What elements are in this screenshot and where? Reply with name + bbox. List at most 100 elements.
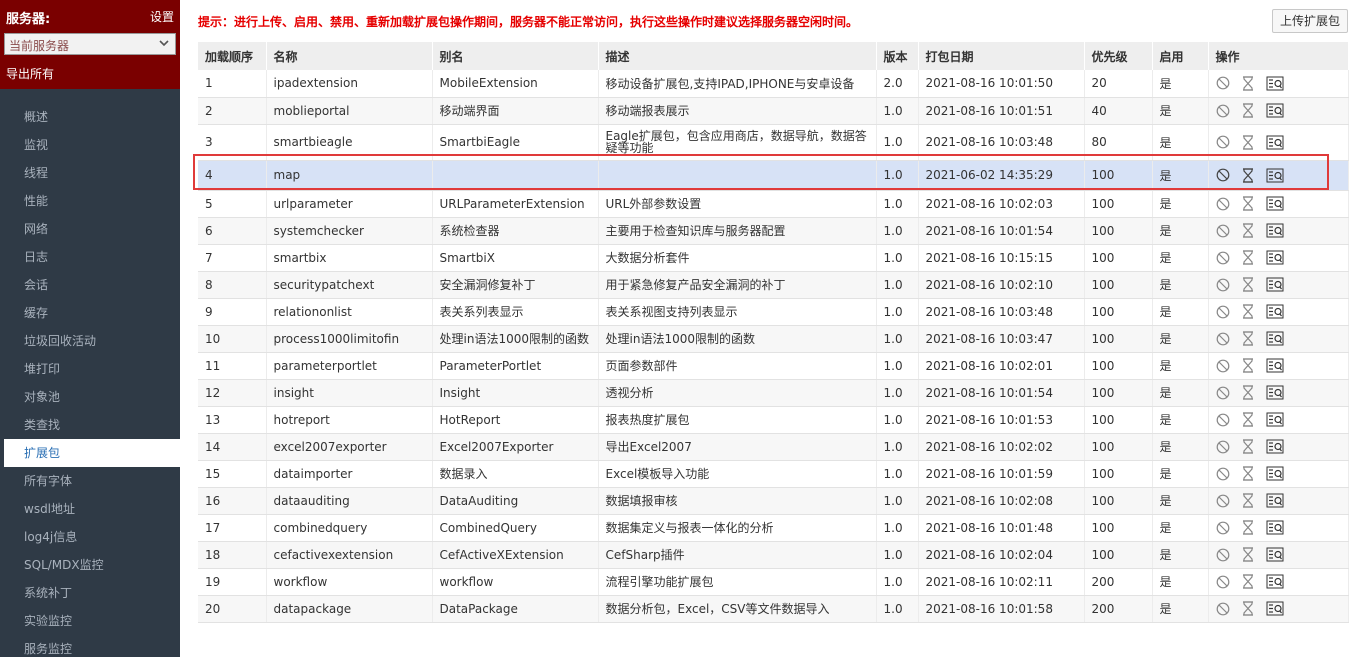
table-row[interactable]: 5 urlparameter URLParameterExtension URL外部参… [198,190,1349,218]
table-row[interactable]: 11 parameterportlet ParameterPortlet 页面参数部件… [198,352,1349,380]
settings-link[interactable]: 设置 [150,8,174,25]
eq-icon[interactable] [1266,103,1284,118]
hourglass-icon[interactable] [1242,167,1254,183]
eq-icon[interactable] [1266,412,1284,427]
table-row[interactable]: 9 relationonlist 表关系列表显示 表关系视图支持列表显示 1.0 2021… [198,298,1349,326]
eq-icon[interactable] [1266,493,1284,508]
table-row[interactable]: 8 securitypatchext 安全漏洞修复补丁 用于紧急修复产品安全漏洞的补丁… [198,271,1349,299]
hourglass-icon[interactable] [1242,439,1254,454]
disable-icon[interactable] [1216,278,1230,292]
disable-icon[interactable] [1216,224,1230,238]
table-row[interactable]: 16 dataauditing DataAuditing 数据填报审核 1.0 2021-… [198,487,1349,515]
hourglass-icon[interactable] [1242,412,1254,427]
disable-icon[interactable] [1216,197,1230,211]
sidebar-item[interactable]: 系统补丁 [0,579,180,607]
hourglass-icon[interactable] [1242,196,1254,211]
eq-icon[interactable] [1266,135,1284,150]
eq-icon[interactable] [1266,385,1284,400]
sidebar-item[interactable]: 缓存 [0,299,180,327]
sidebar-item[interactable]: 扩展包 [4,439,180,467]
eq-icon[interactable] [1266,520,1284,535]
eq-icon[interactable] [1266,250,1284,265]
upload-extension-button[interactable]: 上传扩展包 [1271,9,1348,33]
hourglass-icon[interactable] [1242,547,1254,562]
sidebar-item[interactable]: 线程 [0,159,180,187]
hourglass-icon[interactable] [1242,76,1254,91]
sidebar-item[interactable]: 类查找 [0,411,180,439]
disable-icon[interactable] [1216,305,1230,319]
hourglass-icon[interactable] [1242,331,1254,346]
disable-icon[interactable] [1216,332,1230,346]
hourglass-icon[interactable] [1242,103,1254,118]
hourglass-icon[interactable] [1242,277,1254,292]
table-row[interactable]: 6 systemchecker 系统检查器 主要用于检查知识库与服务器配置 1.0 202… [198,217,1349,245]
table-row[interactable]: 14 excel2007exporter Excel2007Exporter 导出Ex… [198,433,1349,461]
disable-icon[interactable] [1216,548,1230,562]
table-row[interactable]: 7 smartbix SmartbiX 大数据分析套件 1.0 2021-08-16 10… [198,244,1349,272]
disable-icon[interactable] [1216,602,1230,616]
hourglass-icon[interactable] [1242,601,1254,616]
sidebar-item[interactable]: 对象池 [0,383,180,411]
hourglass-icon[interactable] [1242,466,1254,481]
sidebar-item[interactable]: 日志 [0,243,180,271]
disable-icon[interactable] [1216,251,1230,265]
table-row[interactable]: 15 dataimporter 数据录入 Excel模板导入功能 1.0 2021-08-… [198,460,1349,488]
disable-icon[interactable] [1216,135,1230,149]
sidebar-item[interactable]: 性能 [0,187,180,215]
hourglass-icon[interactable] [1242,385,1254,400]
sidebar-item[interactable]: 会话 [0,271,180,299]
eq-icon[interactable] [1266,547,1284,562]
eq-icon[interactable] [1266,196,1284,211]
disable-icon[interactable] [1216,440,1230,454]
disable-icon[interactable] [1216,575,1230,589]
sidebar-item[interactable]: wsdl地址 [0,495,180,523]
sidebar-item[interactable]: 垃圾回收活动 [0,327,180,355]
table-row[interactable]: 10 process1000limitofin 处理in语法1000限制的函数 处理i… [198,325,1349,353]
sidebar-item[interactable]: 所有字体 [0,467,180,495]
disable-icon[interactable] [1216,386,1230,400]
eq-icon[interactable] [1266,601,1284,616]
eq-icon[interactable] [1266,304,1284,319]
eq-icon[interactable] [1266,574,1284,589]
eq-icon[interactable] [1266,168,1284,183]
eq-icon[interactable] [1266,76,1284,91]
table-row[interactable]: 4 map 1.0 2021-06-02 14:35:29 100 是 [198,160,1349,191]
eq-icon[interactable] [1266,466,1284,481]
sidebar-item[interactable]: SQL/MDX监控 [0,551,180,579]
eq-icon[interactable] [1266,358,1284,373]
table-row[interactable]: 17 combinedquery CombinedQuery 数据集定义与报表一体化的… [198,514,1349,542]
hourglass-icon[interactable] [1242,223,1254,238]
hourglass-icon[interactable] [1242,250,1254,265]
table-row[interactable]: 2 moblieportal 移动端界面 移动端报表展示 1.0 2021-08-16 1… [198,97,1349,125]
sidebar-item[interactable]: 监视 [0,131,180,159]
export-all-link[interactable]: 导出所有 [6,65,54,82]
disable-icon[interactable] [1216,521,1230,535]
disable-icon[interactable] [1216,76,1230,90]
disable-icon[interactable] [1216,104,1230,118]
hourglass-icon[interactable] [1242,304,1254,319]
hourglass-icon[interactable] [1242,574,1254,589]
hourglass-icon[interactable] [1242,134,1254,150]
sidebar-item[interactable]: 网络 [0,215,180,243]
disable-icon[interactable] [1216,413,1230,427]
eq-icon[interactable] [1266,223,1284,238]
hourglass-icon[interactable] [1242,358,1254,373]
disable-icon[interactable] [1216,168,1230,182]
server-select[interactable]: 当前服务器 [4,33,176,55]
sidebar-item[interactable]: 概述 [0,103,180,131]
disable-icon[interactable] [1216,494,1230,508]
eq-icon[interactable] [1266,277,1284,292]
sidebar-item[interactable]: 实验监控 [0,607,180,635]
eq-icon[interactable] [1266,331,1284,346]
table-row[interactable]: 20 datapackage DataPackage 数据分析包，Excel，CSV等… [198,595,1349,623]
table-row[interactable]: 19 workflow workflow 流程引擎功能扩展包 1.0 2021-08-16… [198,568,1349,596]
eq-icon[interactable] [1266,439,1284,454]
disable-icon[interactable] [1216,359,1230,373]
table-row[interactable]: 3 smartbieagle SmartbiEagle Eagle扩展包，包含应用商店… [198,124,1349,161]
table-row[interactable]: 1 ipadextension MobileExtension 移动设备扩展包,支持I… [198,70,1349,98]
sidebar-item[interactable]: 服务监控 [0,635,180,657]
hourglass-icon[interactable] [1242,493,1254,508]
table-row[interactable]: 13 hotreport HotReport 报表热度扩展包 1.0 2021-08-16… [198,406,1349,434]
disable-icon[interactable] [1216,467,1230,481]
table-row[interactable]: 18 cefactivexextension CefActiveXExtension… [198,541,1349,569]
